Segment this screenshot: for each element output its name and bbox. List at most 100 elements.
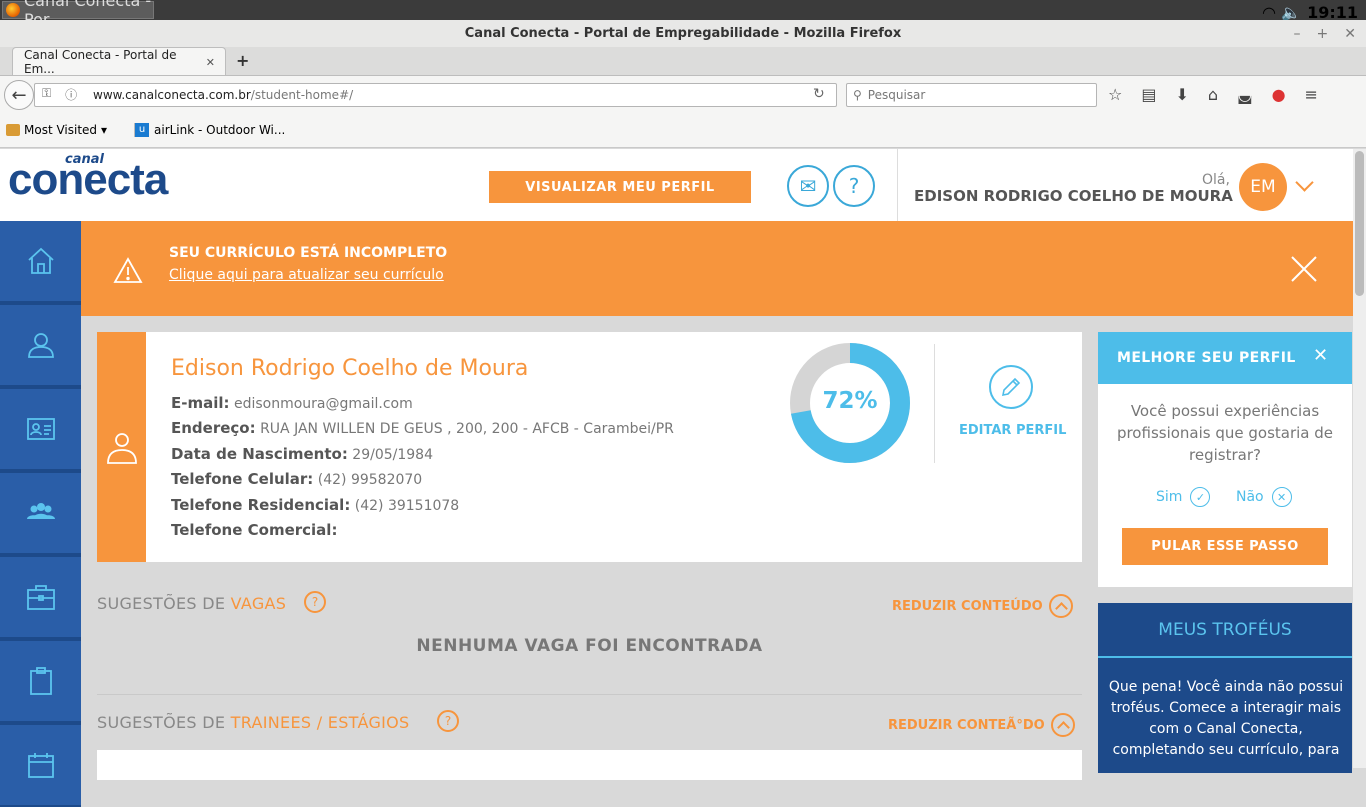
tab-title: Canal Conecta - Portal de Em... [24,48,177,76]
section-highlight: TRAINEES / ESTÁGIOS [230,713,410,732]
bookmark-label: airLink - Outdoor Wi... [154,123,286,137]
help-icon: ? [848,174,860,198]
clipboard-icon [29,667,52,695]
folder-icon [6,124,20,136]
bookmark-most-visited[interactable]: Most Visited ▾ [6,123,107,137]
user-name[interactable]: EDISON RODRIGO COELHO DE MOURA [914,187,1233,205]
sidebar-item-tasks[interactable] [0,641,81,723]
field-label: Telefone Comercial: [171,521,338,539]
edit-profile-button[interactable] [989,365,1033,409]
trainees-help-icon[interactable]: ? [437,710,459,732]
id-card-icon [26,418,55,440]
briefcase-icon [26,585,55,610]
sidebar [0,221,81,807]
no-jobs-message: NENHUMA VAGA FOI ENCONTRADA [416,636,763,656]
pocket-icon[interactable]: ◛ [1237,85,1253,104]
card-divider [934,344,935,463]
home-browser-icon[interactable]: ⌂ [1208,85,1218,104]
trophies-text: Que pena! Você ainda não possui troféus.… [1108,679,1344,758]
x-icon: ✕ [1271,487,1292,507]
menu-icon[interactable]: ≡ [1305,85,1318,104]
completion-percent: 72% [822,388,878,414]
search-icon: ⚲ [853,88,862,102]
edit-profile-label[interactable]: EDITAR PERFIL [959,423,1066,438]
calendar-icon [27,753,54,778]
tab-close-icon[interactable]: ✕ [206,56,215,69]
url-icons: ⚿ ⓘ [42,86,77,103]
sidebar-item-calendar[interactable] [0,725,81,807]
taskbar-window-button[interactable]: Canal Conecta - Por... [2,0,154,29]
no-label: Não [1236,489,1264,505]
search-input[interactable]: ⚲ Pesquisar [846,83,1097,107]
bookmark-label: Most Visited [24,123,98,137]
profile-name: Edison Rodrigo Coelho de Moura [171,356,529,381]
chevron-up-icon [1050,713,1075,737]
sidebar-item-curriculum[interactable] [0,389,81,471]
field-value: RUA JAN WILLEN DE GEUS , 200, 200 - AFCB… [260,421,674,437]
field-value: 29/05/1984 [352,447,433,463]
profile-home-phone: Telefone Residencial: (42) 39151078 [171,496,459,514]
home-icon [27,247,54,274]
key-icon[interactable]: ⚿ [42,86,51,103]
reading-list-icon[interactable]: ▤ [1141,85,1156,104]
maximize-icon[interactable]: + [1317,26,1329,42]
reduce-label: REDUZIR CONTEÃ°DO [888,717,1045,733]
url-host: www.canalconecta.com.br [93,88,251,102]
system-bar [0,0,1366,20]
avatar[interactable]: EM [1239,163,1287,211]
help-button[interactable]: ? [833,165,875,207]
chevron-up-icon [1048,594,1073,618]
vagas-reduce-button[interactable]: REDUZIR CONTEÚDO [892,594,1073,618]
new-tab-button[interactable]: + [236,51,249,70]
scrollbar-thumb[interactable] [1355,151,1364,296]
url-bar[interactable]: www.canalconecta.com.br/student-home#/ [34,83,837,107]
sidebar-item-home[interactable] [0,221,81,303]
logo-small-text: canal [65,152,104,167]
pencil-icon [1001,377,1021,397]
check-icon: ✓ [1190,487,1211,507]
vagas-help-icon[interactable]: ? [304,591,326,613]
field-label: E-mail: [171,394,230,412]
browser-tab[interactable]: Canal Conecta - Portal de Em... ✕ [12,47,226,76]
sidebar-item-groups[interactable] [0,473,81,555]
profile-mobile: Telefone Celular: (42) 99582070 [171,470,422,488]
user-icon [27,333,54,358]
close-icon[interactable]: ✕ [1313,345,1328,366]
field-value: (42) 39151078 [354,498,460,514]
section-prefix: SUGESTÕES DE [97,594,231,613]
bookmark-airlink[interactable]: u airLink - Outdoor Wi... [134,123,285,137]
firefox-icon [6,3,20,17]
minimize-icon[interactable]: – [1294,26,1301,42]
field-label: Data de Nascimento: [171,445,348,463]
profile-address: Endereço: RUA JAN WILLEN DE GEUS , 200, … [171,419,674,437]
back-button[interactable]: ← [4,80,34,110]
reload-icon[interactable]: ↻ [813,86,825,102]
bookmark-star-icon[interactable]: ☆ [1108,85,1122,104]
warning-icon [113,257,143,283]
url-path: /student-home#/ [250,88,354,102]
search-placeholder: Pesquisar [867,88,926,102]
view-profile-button[interactable]: VISUALIZAR MEU PERFIL [489,171,751,203]
sidebar-item-jobs[interactable] [0,557,81,639]
addon-icon[interactable]: ● [1272,85,1286,104]
skip-step-button[interactable]: PULAR ESSE PASSO [1122,528,1328,565]
close-icon[interactable] [1287,252,1321,286]
trainees-reduce-button[interactable]: REDUZIR CONTEÃ°DO [888,713,1075,737]
messages-button[interactable]: ✉ [787,165,829,207]
section-prefix: SUGESTÕES DE [97,713,231,732]
profile-work-phone: Telefone Comercial: [171,521,337,539]
close-window-icon[interactable]: ✕ [1344,26,1356,42]
trophies-divider [1098,656,1352,658]
user-icon [107,433,137,464]
airlink-icon: u [135,123,149,137]
info-icon[interactable]: ⓘ [65,86,77,103]
yes-option[interactable]: Sim ✓ [1156,487,1211,507]
window-title: Canal Conecta - Portal de Empregabilidad… [0,20,1366,47]
sidebar-item-profile[interactable] [0,305,81,387]
no-option[interactable]: Não ✕ [1236,487,1292,507]
section-divider [97,694,1082,695]
reduce-label: REDUZIR CONTEÚDO [892,598,1043,614]
update-cv-link[interactable]: Clique aqui para atualizar seu currículo [169,267,444,283]
download-icon[interactable]: ⬇ [1175,85,1188,104]
group-icon [26,503,55,519]
